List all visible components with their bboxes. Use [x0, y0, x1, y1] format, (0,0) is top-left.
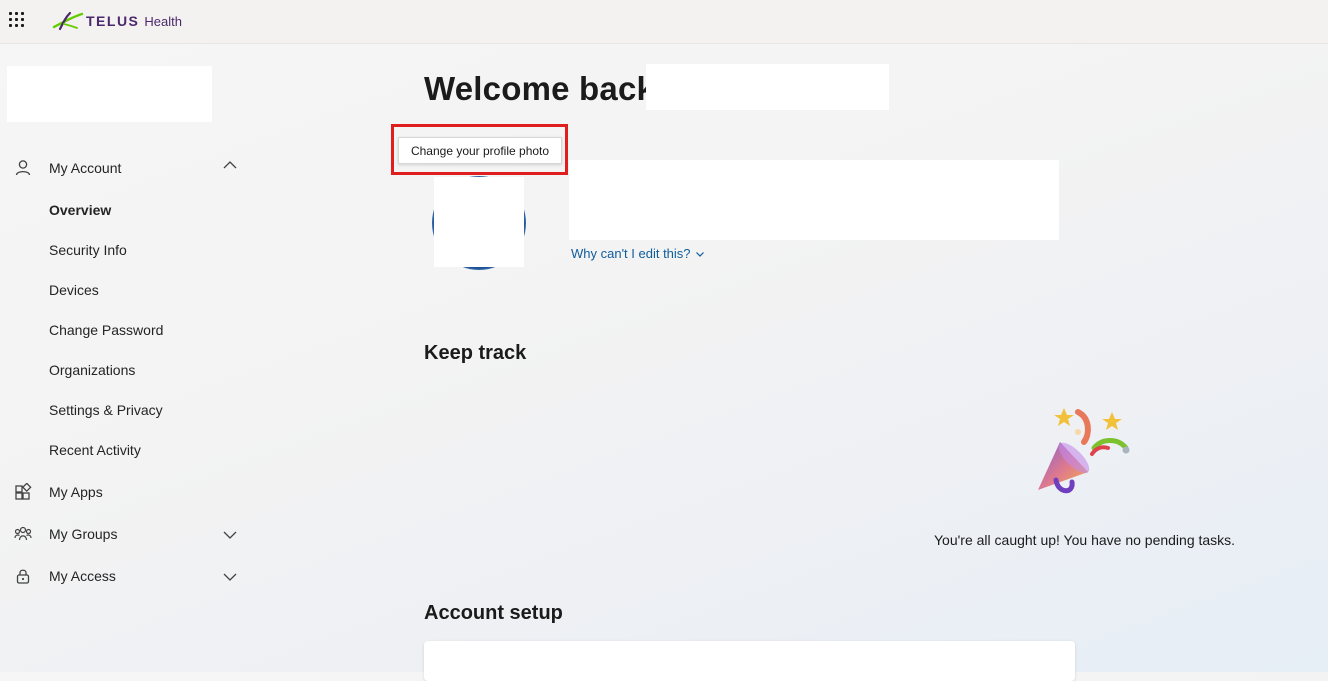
sidebar-subitem-security-info[interactable]: Security Info — [49, 242, 127, 258]
chevron-up-icon[interactable] — [222, 157, 238, 173]
telus-health-logo[interactable]: TELUS Health — [52, 10, 182, 32]
sidebar-item-my-access[interactable]: My Access — [0, 559, 250, 593]
keep-track-heading: Keep track — [424, 342, 527, 364]
no-tasks-message: You're all caught up! You have no pendin… — [934, 532, 1236, 548]
profile-photo-ring — [432, 176, 526, 270]
chevron-down-icon — [695, 251, 704, 257]
change-photo-tooltip: Change your profile photo — [398, 137, 562, 164]
sidebar-item-my-groups[interactable]: My Groups — [0, 517, 250, 551]
why-cant-edit-link[interactable]: Why can't I edit this? — [571, 246, 705, 261]
apps-icon — [15, 483, 32, 500]
top-bar: TELUS Health — [0, 0, 1328, 44]
sidebar-subitem-overview[interactable]: Overview — [49, 202, 111, 218]
sidebar-subitem-devices[interactable]: Devices — [49, 282, 99, 298]
waffle-icon[interactable] — [9, 12, 25, 28]
user-card — [7, 66, 212, 122]
sidebar-subitem-recent-activity[interactable]: Recent Activity — [49, 442, 141, 458]
sidebar-item-label: My Apps — [49, 484, 103, 500]
sidebar-subitem-settings-privacy[interactable]: Settings & Privacy — [49, 402, 163, 418]
brand-sub: Health — [144, 13, 182, 29]
telus-swoosh-icon — [52, 11, 84, 31]
sidebar-item-my-account[interactable]: My Account — [0, 151, 250, 185]
groups-icon — [14, 526, 32, 541]
welcome-heading: Welcome back, — [424, 70, 665, 107]
chevron-down-icon[interactable] — [222, 569, 238, 585]
sidebar-item-my-apps[interactable]: My Apps — [0, 475, 250, 509]
profile-photo[interactable] — [431, 175, 527, 271]
sidebar-item-label: My Groups — [49, 526, 118, 542]
sidebar-item-label: My Account — [49, 160, 122, 176]
lock-icon — [16, 569, 30, 584]
party-popper-icon — [1038, 408, 1130, 494]
account-setup-card — [424, 641, 1075, 681]
chevron-down-icon[interactable] — [222, 527, 238, 543]
user-info-redacted — [569, 160, 1059, 240]
user-name-redacted — [646, 64, 889, 110]
sidebar-item-label: My Access — [49, 568, 116, 584]
sidebar-subitem-organizations[interactable]: Organizations — [49, 362, 135, 378]
why-cant-edit-label: Why can't I edit this? — [571, 246, 691, 261]
sidebar-subitem-change-password[interactable]: Change Password — [49, 322, 163, 338]
brand-name: TELUS — [86, 13, 140, 29]
person-icon — [15, 160, 31, 176]
account-setup-heading: Account setup — [424, 602, 563, 624]
